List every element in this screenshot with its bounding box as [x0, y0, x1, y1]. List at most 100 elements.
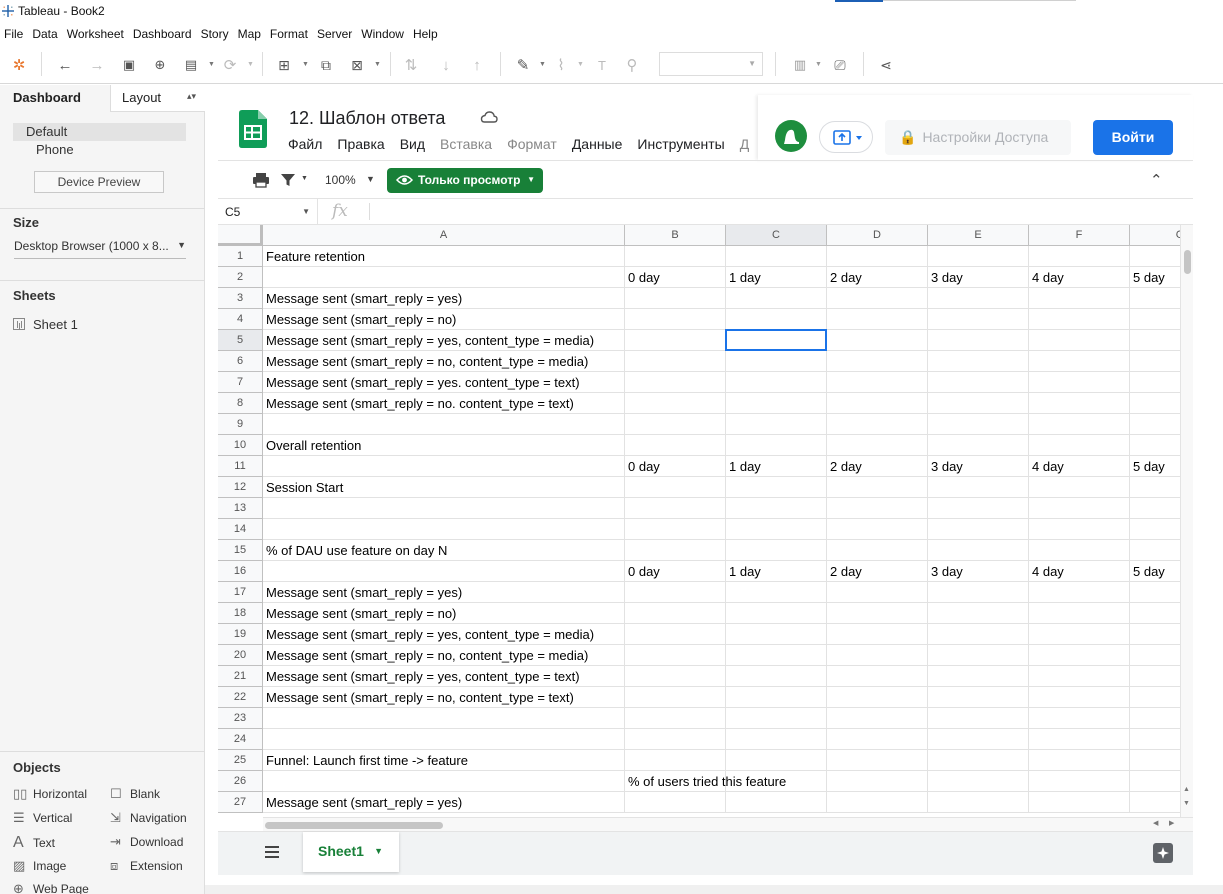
cell-a7[interactable]: Message sent (smart_reply = yes. content…: [263, 372, 625, 393]
cell-b18[interactable]: [625, 603, 726, 624]
row-header[interactable]: 7: [218, 372, 263, 393]
cell-d3[interactable]: [827, 288, 928, 309]
cell-c1[interactable]: [726, 246, 827, 267]
cell-c27[interactable]: [726, 792, 827, 813]
column-header-a[interactable]: A: [263, 225, 625, 246]
menu-map[interactable]: Map: [234, 24, 266, 44]
cell-c15[interactable]: [726, 540, 827, 561]
cell-g26[interactable]: [1130, 771, 1180, 792]
cell-d25[interactable]: [827, 750, 928, 771]
cell-d26[interactable]: [827, 771, 928, 792]
scroll-up-icon[interactable]: ▲: [1183, 786, 1190, 793]
sort-desc-icon[interactable]: ↑: [466, 54, 488, 76]
sheets-menu-edit[interactable]: Правка: [337, 136, 384, 152]
cell-d7[interactable]: [827, 372, 928, 393]
cell-f2[interactable]: 4 day: [1029, 267, 1130, 288]
object-extension[interactable]: ⧈ Extension: [110, 858, 183, 874]
cell-d18[interactable]: [827, 603, 928, 624]
cell-g6[interactable]: [1130, 351, 1180, 372]
sheet-tab[interactable]: Sheet1 ▼: [303, 832, 399, 872]
cell-c17[interactable]: [726, 582, 827, 603]
cell-f14[interactable]: [1029, 519, 1130, 540]
clear-dropdown-icon[interactable]: ▼: [374, 61, 381, 68]
new-worksheet-dropdown-icon[interactable]: ▼: [302, 61, 309, 68]
cell-g24[interactable]: [1130, 729, 1180, 750]
cell-c2[interactable]: 1 day: [726, 267, 827, 288]
menu-format[interactable]: Format: [266, 24, 313, 44]
cell-a3[interactable]: Message sent (smart_reply = yes): [263, 288, 625, 309]
sheets-menu-file[interactable]: Файл: [288, 136, 322, 152]
row-header[interactable]: 1: [218, 246, 263, 267]
cell-a5[interactable]: Message sent (smart_reply = yes, content…: [263, 330, 625, 351]
cell-e3[interactable]: [928, 288, 1029, 309]
cell-b25[interactable]: [625, 750, 726, 771]
cell-e24[interactable]: [928, 729, 1029, 750]
row-header[interactable]: 2: [218, 267, 263, 288]
cell-d23[interactable]: [827, 708, 928, 729]
device-phone[interactable]: Phone: [36, 142, 74, 157]
cell-e21[interactable]: [928, 666, 1029, 687]
cell-a16[interactable]: [263, 561, 625, 582]
menu-help[interactable]: Help: [409, 24, 443, 44]
row-header[interactable]: 16: [218, 561, 263, 582]
device-default[interactable]: Default: [13, 123, 186, 141]
cell-b3[interactable]: [625, 288, 726, 309]
highlight-dropdown-icon[interactable]: ▼: [539, 61, 546, 68]
cell-a27[interactable]: Message sent (smart_reply = yes): [263, 792, 625, 813]
cell-g15[interactable]: [1130, 540, 1180, 561]
cell-a23[interactable]: [263, 708, 625, 729]
cell-c3[interactable]: [726, 288, 827, 309]
menu-story[interactable]: Story: [197, 24, 234, 44]
cell-b24[interactable]: [625, 729, 726, 750]
menu-file[interactable]: File: [0, 24, 28, 44]
cell-c9[interactable]: [726, 414, 827, 435]
cell-c16[interactable]: 1 day: [726, 561, 827, 582]
cell-b9[interactable]: [625, 414, 726, 435]
cell-e1[interactable]: [928, 246, 1029, 267]
cell-g18[interactable]: [1130, 603, 1180, 624]
cell-g19[interactable]: [1130, 624, 1180, 645]
cell-g4[interactable]: [1130, 309, 1180, 330]
cell-b26[interactable]: % of users tried this feature: [625, 771, 786, 792]
cell-g10[interactable]: [1130, 435, 1180, 456]
show-me-dropdown-icon[interactable]: ▼: [815, 61, 822, 68]
menu-server[interactable]: Server: [313, 24, 357, 44]
scroll-down-icon[interactable]: ▼: [1183, 800, 1190, 807]
cell-e7[interactable]: [928, 372, 1029, 393]
cell-e15[interactable]: [928, 540, 1029, 561]
cell-b17[interactable]: [625, 582, 726, 603]
cell-a2[interactable]: [263, 267, 625, 288]
cell-a26[interactable]: [263, 771, 625, 792]
object-web-page[interactable]: ⊕ Web Page: [13, 881, 89, 894]
refresh-dropdown-icon[interactable]: ▼: [247, 61, 254, 68]
clear-icon[interactable]: ⊠: [346, 54, 368, 76]
cell-c21[interactable]: [726, 666, 827, 687]
row-header[interactable]: 22: [218, 687, 263, 708]
cell-a13[interactable]: [263, 498, 625, 519]
show-me-icon[interactable]: ▥: [789, 54, 811, 76]
cell-g23[interactable]: [1130, 708, 1180, 729]
cell-b23[interactable]: [625, 708, 726, 729]
cell-a17[interactable]: Message sent (smart_reply = yes): [263, 582, 625, 603]
cell-f12[interactable]: [1029, 477, 1130, 498]
cell-b16[interactable]: 0 day: [625, 561, 726, 582]
cell-c14[interactable]: [726, 519, 827, 540]
row-header[interactable]: 23: [218, 708, 263, 729]
object-vertical[interactable]: ☰ Vertical: [13, 810, 72, 826]
cell-e4[interactable]: [928, 309, 1029, 330]
cell-b22[interactable]: [625, 687, 726, 708]
cell-f17[interactable]: [1029, 582, 1130, 603]
cell-g14[interactable]: [1130, 519, 1180, 540]
cell-b15[interactable]: [625, 540, 726, 561]
row-header[interactable]: 20: [218, 645, 263, 666]
refresh-icon[interactable]: ⟳: [219, 54, 241, 76]
cell-d22[interactable]: [827, 687, 928, 708]
cell-a6[interactable]: Message sent (smart_reply = no, content_…: [263, 351, 625, 372]
sheet-item[interactable]: Sheet 1: [13, 317, 78, 332]
object-download[interactable]: ⇥ Download: [110, 834, 183, 850]
cell-d13[interactable]: [827, 498, 928, 519]
cell-g22[interactable]: [1130, 687, 1180, 708]
cell-c5[interactable]: [726, 330, 827, 351]
row-header[interactable]: 13: [218, 498, 263, 519]
cell-e14[interactable]: [928, 519, 1029, 540]
